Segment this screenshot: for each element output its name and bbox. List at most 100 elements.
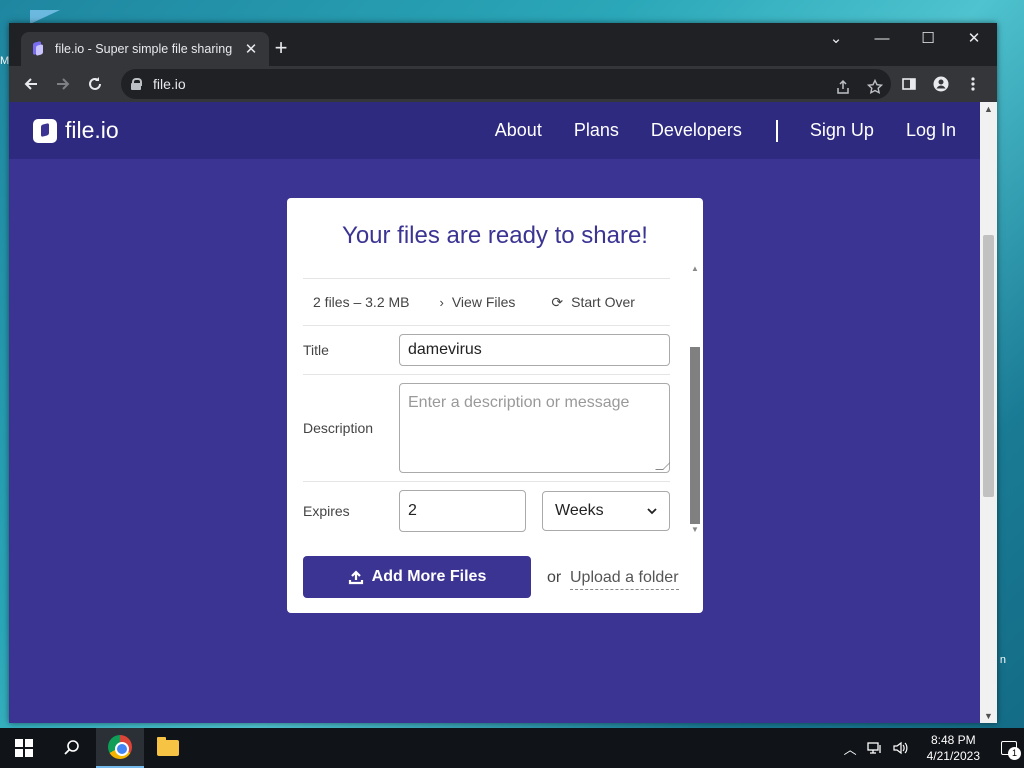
scroll-down-icon[interactable]: ▼: [691, 525, 699, 534]
add-more-files-button[interactable]: Add More Files: [303, 556, 531, 598]
expires-row: Expires 2 Weeks: [303, 482, 670, 534]
back-arrow-icon: [24, 78, 37, 90]
clock-date: 4/21/2023: [926, 749, 980, 763]
chevron-down-icon: [647, 508, 657, 515]
file-summary: 2 files – 3.2 MB: [313, 294, 410, 310]
reload-button[interactable]: [79, 68, 111, 100]
search-button[interactable]: [48, 728, 96, 768]
view-files-link[interactable]: › View Files: [440, 294, 516, 310]
nav-about[interactable]: About: [495, 120, 542, 141]
resize-grip-icon[interactable]: [655, 462, 670, 470]
chrome-icon: [108, 735, 132, 759]
description-placeholder: Enter a description or message: [408, 394, 630, 411]
windows-logo-icon: [15, 739, 33, 757]
expires-unit-select[interactable]: Weeks: [542, 491, 670, 531]
folder-icon: [157, 737, 179, 756]
profile-button[interactable]: [925, 68, 957, 100]
fileio-logo-icon: [33, 118, 57, 143]
start-button[interactable]: [0, 728, 48, 768]
network-icon[interactable]: [866, 741, 883, 755]
page-scroll-up-icon[interactable]: ▲: [984, 104, 993, 114]
side-panel-icon: [902, 78, 916, 90]
share-icon: [837, 79, 849, 94]
nav-divider: [775, 119, 778, 142]
new-tab-button[interactable]: +: [271, 37, 291, 59]
file-summary-row: 2 files – 3.2 MB › View Files ⟳ Start Ov…: [303, 278, 670, 326]
description-row: Description Enter a description or messa…: [303, 375, 670, 482]
add-more-files-label: Add More Files: [371, 568, 487, 585]
profile-icon: [933, 76, 949, 92]
reload-icon: [89, 77, 101, 90]
nav-developers[interactable]: Developers: [651, 120, 742, 141]
card-scroll-thumb[interactable]: [690, 347, 700, 524]
close-window-button[interactable]: ✕: [951, 23, 997, 53]
system-tray: ︿ 8:48 PM 4/21/2023 1: [844, 728, 1024, 768]
kebab-menu-icon: [971, 77, 975, 91]
search-icon: [64, 740, 79, 755]
title-input[interactable]: damevirus: [399, 334, 670, 366]
logo-text: file.io: [65, 117, 119, 143]
forward-button[interactable]: [47, 68, 79, 100]
expires-label: Expires: [303, 503, 350, 519]
page-scroll-down-icon[interactable]: ▼: [984, 711, 993, 721]
card-scroll-region: 2 files – 3.2 MB › View Files ⟳ Start Ov…: [303, 278, 670, 534]
nav-signup[interactable]: Sign Up: [810, 120, 874, 141]
side-panel-button[interactable]: [893, 68, 925, 100]
tab-strip: file.io - Super simple file sharing ✕ + …: [9, 23, 997, 66]
tab-title: file.io - Super simple file sharing: [55, 42, 233, 56]
expires-unit-value: Weeks: [555, 502, 604, 519]
nav-login[interactable]: Log In: [906, 120, 956, 141]
star-icon: [867, 79, 883, 95]
view-files-label: View Files: [451, 294, 516, 310]
page-scroll-thumb[interactable]: [983, 235, 994, 497]
menu-button[interactable]: [957, 68, 989, 100]
page-viewport: file.io About Plans Developers Sign Up L…: [9, 102, 997, 723]
nav-plans[interactable]: Plans: [574, 120, 619, 141]
notification-center-button[interactable]: 1: [994, 728, 1024, 768]
site-nav: About Plans Developers Sign Up Log In: [463, 119, 956, 142]
expires-number-input[interactable]: 2: [399, 490, 526, 532]
share-button[interactable]: [827, 71, 859, 103]
volume-icon[interactable]: [893, 741, 909, 755]
tab-search-button[interactable]: ⌄: [813, 23, 859, 53]
fileio-favicon-icon: [31, 42, 45, 56]
card-scrollbar[interactable]: ▲ ▼: [689, 264, 701, 534]
site-header: file.io About Plans Developers Sign Up L…: [9, 102, 997, 159]
browser-tab[interactable]: file.io - Super simple file sharing ✕: [21, 32, 269, 66]
upload-folder-link[interactable]: Upload a folder: [570, 569, 679, 590]
lock-icon: [131, 78, 142, 90]
browser-window: file.io - Super simple file sharing ✕ + …: [9, 23, 997, 723]
bookmark-button[interactable]: [859, 71, 891, 103]
taskbar-file-explorer[interactable]: [144, 728, 192, 768]
refresh-icon: ⟳: [551, 293, 564, 310]
card-title: Your files are ready to share!: [342, 222, 648, 249]
chevron-up-icon[interactable]: ︿: [844, 739, 857, 758]
address-bar[interactable]: file.io: [121, 69, 891, 99]
clock-time: 8:48 PM: [930, 733, 976, 747]
scroll-up-icon[interactable]: ▲: [691, 264, 699, 273]
description-label: Description: [303, 420, 374, 436]
description-textarea[interactable]: Enter a description or message: [399, 383, 670, 473]
back-button[interactable]: [15, 68, 47, 100]
clock[interactable]: 8:48 PM 4/21/2023: [927, 732, 980, 764]
title-label: Title: [303, 342, 329, 358]
chevron-right-icon: ›: [439, 294, 444, 310]
minimize-button[interactable]: —: [859, 23, 905, 53]
notification-count: 1: [1008, 747, 1021, 760]
tab-close-icon[interactable]: ✕: [243, 40, 259, 58]
start-over-link[interactable]: ⟳ Start Over: [551, 294, 635, 311]
url-text: file.io: [153, 76, 186, 92]
desktop-text-fragment-right: n: [999, 654, 1006, 666]
share-card: Your files are ready to share! 2 files –…: [287, 198, 703, 613]
browser-toolbar: file.io: [9, 66, 997, 102]
maximize-button[interactable]: ☐: [905, 23, 951, 53]
page-scrollbar[interactable]: ▲ ▼: [980, 102, 997, 723]
site-logo[interactable]: file.io: [33, 117, 119, 144]
upload-icon: [348, 570, 363, 585]
or-text: or: [547, 569, 562, 586]
forward-arrow-icon: [57, 78, 70, 90]
title-row: Title damevirus: [303, 326, 670, 375]
desktop-icon-shape: [30, 10, 60, 24]
taskbar: ︿ 8:48 PM 4/21/2023 1: [0, 728, 1024, 768]
taskbar-chrome[interactable]: [96, 728, 144, 768]
